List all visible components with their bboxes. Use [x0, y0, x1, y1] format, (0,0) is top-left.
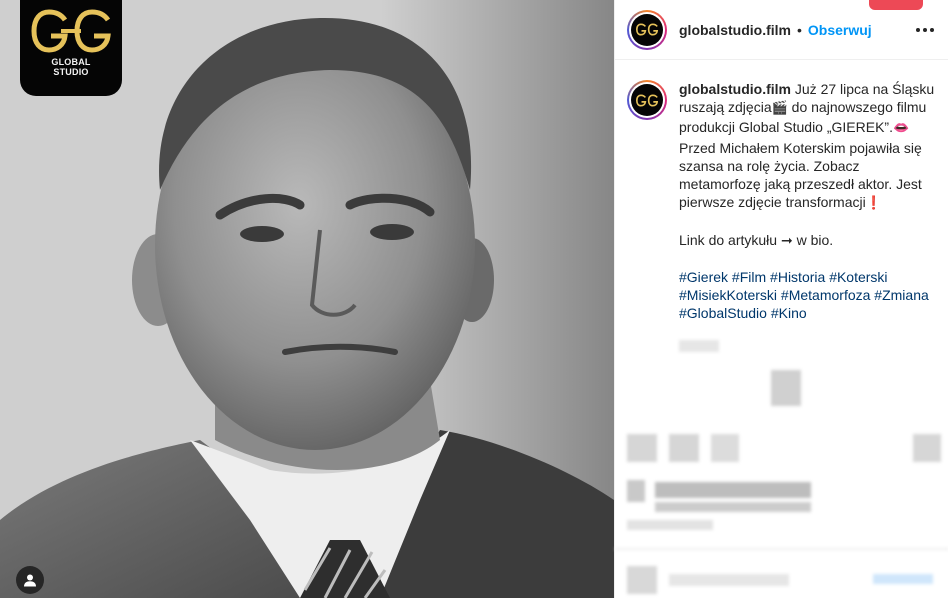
brand-logo: GLOBAL STUDIO	[20, 0, 122, 96]
blurred-likes-text	[655, 482, 811, 498]
post-header: globalstudio.film • Obserwuj	[615, 0, 948, 60]
blurred-loader-icon	[771, 370, 801, 406]
post-side-panel: globalstudio.film • Obserwuj globalstudi…	[614, 0, 948, 598]
tagged-users-button[interactable]	[16, 566, 44, 594]
lips-icon: 👄	[892, 121, 910, 137]
hashtag-link[interactable]: #GlobalStudio	[679, 305, 767, 321]
header-separator: •	[797, 21, 802, 38]
hashtag-link[interactable]: #Historia	[770, 269, 825, 285]
more-dot-icon	[916, 28, 920, 32]
blurred-likes-text-2	[655, 502, 811, 512]
hashtag-link[interactable]: #Metamorfoza	[781, 287, 870, 303]
hashtag-link[interactable]: #Zmiana	[874, 287, 928, 303]
gg-logo-icon	[31, 9, 111, 53]
blurred-timestamp	[679, 340, 719, 352]
caption-text: globalstudio.film Już 27 lipca na Śląsku…	[679, 80, 941, 322]
blurred-emoji-icon	[627, 566, 657, 594]
blurred-save-icon	[913, 434, 941, 462]
caption-avatar[interactable]	[627, 80, 667, 120]
more-options-button[interactable]	[913, 18, 937, 42]
caption-paragraph: globalstudio.film Już 27 lipca na Śląsku…	[679, 80, 941, 213]
blurred-post-button	[873, 574, 933, 584]
exclamation-icon: ❗	[865, 196, 882, 212]
hashtag-link[interactable]: #Koterski	[829, 269, 887, 285]
caption-link-line: Link do artykułu ➞ w bio.	[679, 232, 834, 249]
blurred-like-icon	[627, 434, 657, 462]
blurred-likes-avatar	[627, 480, 645, 502]
caption-part3: Przed Michałem Koterskim pojawiła się sz…	[679, 139, 922, 211]
blurred-region	[615, 330, 948, 598]
hashtag-link[interactable]: #Gierek	[679, 269, 728, 285]
blurred-share-icon	[711, 434, 739, 462]
header-username[interactable]: globalstudio.film	[679, 22, 791, 38]
blurred-comment-input	[669, 574, 789, 586]
post-photo[interactable]: GLOBAL STUDIO	[0, 0, 614, 598]
hashtag-list: #Gierek #Film #Historia #Koterski #Misie…	[679, 268, 941, 323]
hashtag-link[interactable]: #Film	[732, 269, 766, 285]
brand-logo-line2: STUDIO	[53, 67, 89, 77]
blurred-date	[627, 520, 713, 530]
user-icon	[24, 574, 36, 587]
brand-logo-text: GLOBAL STUDIO	[51, 57, 90, 77]
hashtag-link[interactable]: #Kino	[771, 305, 807, 321]
hashtag-link[interactable]: #MisiekKoterski	[679, 287, 777, 303]
blurred-divider	[615, 548, 948, 550]
follow-button[interactable]: Obserwuj	[808, 22, 872, 38]
header-avatar[interactable]	[627, 9, 667, 50]
caption-username[interactable]: globalstudio.film	[679, 81, 791, 97]
brand-logo-line1: GLOBAL	[51, 57, 91, 67]
blurred-comment-icon	[669, 434, 699, 462]
gg-logo-small-icon	[636, 93, 658, 107]
clapperboard-icon: 🎬	[771, 101, 788, 117]
post-caption: globalstudio.film Już 27 lipca na Śląsku…	[627, 80, 945, 322]
gg-logo-small-icon	[636, 23, 658, 36]
